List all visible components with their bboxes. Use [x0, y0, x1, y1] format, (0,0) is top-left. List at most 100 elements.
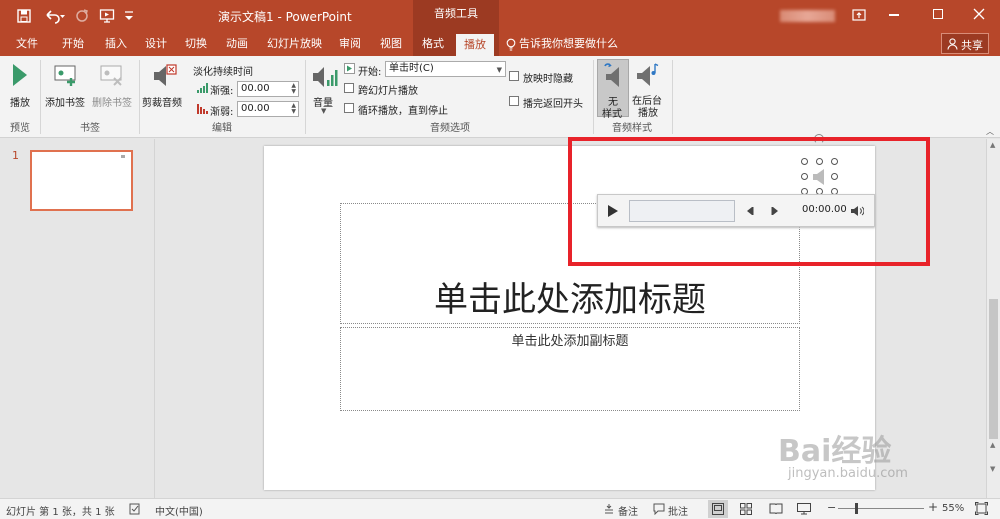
redo-icon[interactable] — [74, 8, 90, 24]
fade-out-icon — [197, 104, 208, 114]
tab-insert[interactable]: 插入 — [97, 32, 135, 56]
fade-out-input[interactable]: 00.00 ▲ ▼ — [237, 101, 299, 117]
maximize-icon[interactable] — [933, 9, 943, 19]
zoom-in-icon[interactable]: + — [928, 500, 938, 514]
rewind-checkbox[interactable] — [509, 96, 519, 106]
tab-view[interactable]: 视图 — [372, 32, 410, 56]
watermark-url: jingyan.baidu.com — [788, 466, 908, 481]
group-label-bookmarks: 书签 — [80, 123, 100, 134]
zoom-level[interactable]: 55% — [942, 503, 964, 514]
hide-during-show-checkbox[interactable] — [509, 71, 519, 81]
title-placeholder-text: 单击此处添加标题 — [434, 280, 706, 320]
thumbnail-audio-icon — [121, 155, 125, 158]
document-title: 演示文稿1 - PowerPoint — [218, 10, 352, 24]
audio-tools-label: 音频工具 — [434, 7, 478, 20]
status-bar: 幻灯片 第 1 张，共 1 张 中文(中国) 备注 批注 − + 55% — [0, 498, 1000, 519]
remove-bookmark-button[interactable]: 删除书签 — [92, 60, 136, 116]
chevron-down-icon: ▼ — [496, 66, 502, 74]
no-style-button[interactable]: 无 样式 — [597, 59, 629, 120]
undo-icon[interactable] — [44, 8, 66, 24]
spinner-arrows-icon[interactable]: ▲ ▼ — [291, 103, 296, 115]
fade-in-icon — [197, 83, 208, 93]
slide-info: 幻灯片 第 1 张，共 1 张 — [6, 507, 115, 518]
vertical-scrollbar[interactable]: ▲ ▲ ▼ — [986, 139, 1000, 498]
reading-view-icon[interactable] — [769, 503, 783, 515]
normal-view-button[interactable] — [708, 500, 728, 518]
tab-transitions[interactable]: 切换 — [177, 32, 215, 56]
start-icon — [344, 63, 355, 74]
group-label-audio-styles: 音频样式 — [612, 123, 652, 134]
spinner-arrows-icon[interactable]: ▲ ▼ — [291, 83, 296, 95]
fit-to-window-icon[interactable] — [975, 502, 988, 515]
group-separator — [40, 60, 41, 134]
title-bar: 演示文稿1 - PowerPoint 音频工具 — [0, 0, 1000, 32]
next-slide-icon[interactable]: ▼ — [990, 465, 995, 473]
tab-format[interactable]: 格式 — [414, 32, 452, 56]
tab-animations[interactable]: 动画 — [218, 32, 256, 56]
prev-slide-icon[interactable]: ▲ — [990, 441, 995, 449]
fade-in-input[interactable]: 00.00 ▲ ▼ — [237, 81, 299, 97]
tab-playback[interactable]: 播放 — [456, 34, 494, 56]
tab-design[interactable]: 设计 — [137, 32, 175, 56]
slide-show-icon[interactable] — [797, 503, 811, 515]
group-separator — [672, 60, 673, 134]
tab-review[interactable]: 审阅 — [331, 32, 369, 56]
comments-button[interactable]: 批注 — [668, 503, 688, 518]
share-label: 共享 — [961, 39, 983, 52]
customize-qat-icon[interactable] — [124, 10, 134, 22]
close-icon[interactable] — [972, 7, 986, 21]
collapse-ribbon-icon[interactable]: ︿ — [986, 126, 994, 137]
slide-sorter-icon[interactable] — [740, 503, 752, 515]
group-label-preview: 预览 — [10, 123, 30, 134]
group-separator — [139, 60, 140, 134]
zoom-out-icon[interactable]: − — [827, 501, 836, 514]
share-button[interactable]: 共享 — [941, 33, 989, 54]
subtitle-placeholder-text: 单击此处添加副标题 — [511, 334, 629, 349]
lightbulb-icon — [506, 38, 516, 51]
highlight-annotation-box — [568, 137, 930, 266]
group-label-audio-options: 音频选项 — [430, 123, 470, 134]
tab-home[interactable]: 开始 — [54, 32, 92, 56]
add-bookmark-icon — [54, 64, 82, 88]
notes-button[interactable]: 备注 — [618, 503, 638, 518]
fade-in-label: 渐强: — [210, 86, 234, 97]
account-name-blurred[interactable] — [780, 10, 835, 22]
tab-slide-show[interactable]: 幻灯片放映 — [259, 32, 330, 56]
play-in-background-button[interactable]: 在后台 播放 — [630, 59, 666, 119]
minimize-icon[interactable] — [889, 14, 899, 16]
volume-button[interactable]: 音量 ▼ — [309, 60, 339, 116]
comments-icon[interactable] — [653, 503, 665, 515]
play-button[interactable]: 播放 — [4, 60, 36, 116]
notes-icon[interactable] — [603, 503, 615, 515]
scroll-up-icon[interactable]: ▲ — [990, 141, 995, 149]
language-indicator[interactable]: 中文(中国) — [155, 503, 203, 518]
watermark-brand: Bai经验 — [778, 434, 892, 469]
slide-thumbnail[interactable] — [30, 150, 133, 211]
no-style-icon — [603, 63, 625, 89]
trim-audio-button[interactable]: 剪裁音频 — [141, 60, 187, 116]
play-across-slides-checkbox[interactable] — [344, 83, 354, 93]
context-tool-header: 音频工具 — [413, 0, 499, 32]
start-select[interactable]: 单击时(C) ▼ — [385, 61, 506, 77]
ribbon-playback: 播放 预览 添加书签 删除书签 书签 剪裁音频 淡化持续时间 渐强: 00.00… — [0, 56, 1000, 138]
play-across-slides-label: 跨幻灯片播放 — [358, 86, 418, 97]
add-bookmark-button[interactable]: 添加书签 — [44, 60, 92, 116]
trim-audio-icon — [151, 63, 177, 89]
group-separator — [305, 60, 306, 134]
loop-checkbox[interactable] — [344, 103, 354, 113]
rewind-label: 播完返回开头 — [523, 99, 583, 110]
play-in-background-icon — [636, 62, 660, 88]
tell-me-box[interactable]: 告诉我你想要做什么 — [519, 32, 618, 56]
tab-file[interactable]: 文件 — [8, 32, 46, 56]
zoom-slider-track[interactable] — [838, 503, 924, 514]
hide-during-show-label: 放映时隐藏 — [523, 74, 573, 85]
zoom-slider-thumb[interactable] — [855, 503, 858, 514]
fade-duration-label: 淡化持续时间 — [193, 67, 253, 78]
spell-check-icon[interactable] — [129, 503, 141, 515]
ribbon-display-options-icon[interactable] — [852, 8, 866, 22]
subtitle-placeholder[interactable]: 单击此处添加副标题 — [340, 327, 800, 411]
scrollbar-thumb[interactable] — [989, 299, 998, 439]
slide-thumbnail-pane: 1 — [0, 139, 155, 498]
save-icon[interactable] — [17, 9, 31, 23]
from-beginning-icon[interactable] — [99, 8, 115, 24]
